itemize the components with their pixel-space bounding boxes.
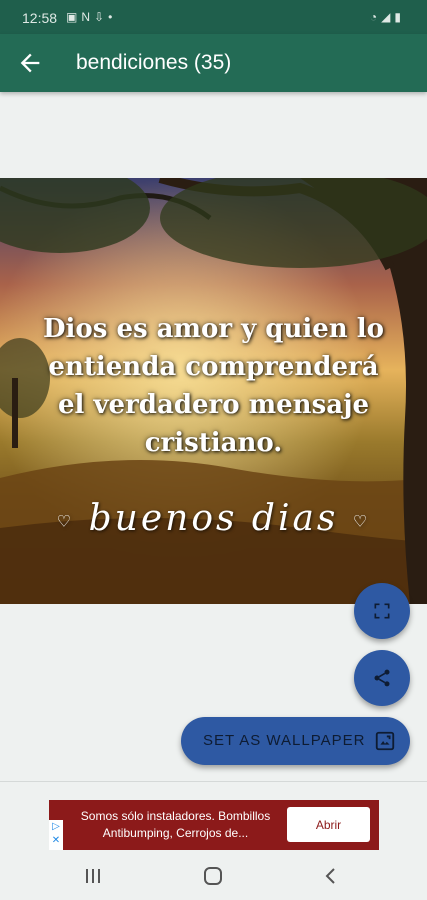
dot-icon: • — [108, 10, 117, 24]
back-icon — [325, 868, 335, 884]
download-icon: ⇩ — [94, 10, 109, 24]
quote-text: Dios es amor y quien lo entienda compren… — [10, 310, 417, 462]
navigation-bar — [0, 852, 427, 900]
heart-icon: ♡ — [56, 511, 75, 531]
divider — [0, 781, 427, 782]
heart-icon: ♡ — [352, 511, 371, 531]
status-notification-icons: ▣N⇩• — [66, 10, 116, 24]
image-icon: ▣ — [66, 10, 82, 24]
status-time: 12:58 — [22, 10, 58, 26]
quote-line: el verdadero mensaje — [57, 390, 370, 420]
ad-text: Somos sólo instaladores. Bombillos Antib… — [80, 809, 271, 840]
battery-icon: ▮ — [394, 10, 405, 24]
wallpaper-image[interactable]: Dios es amor y quien lo entienda compren… — [0, 178, 427, 604]
share-button[interactable] — [354, 650, 410, 706]
signal-icon: ◢ — [381, 10, 395, 24]
recents-icon — [86, 869, 100, 883]
fullscreen-icon — [374, 603, 390, 619]
n-icon: N — [81, 10, 95, 24]
back-button[interactable] — [16, 49, 44, 77]
ad-choices-icon[interactable]: ▷ ✕ — [49, 820, 63, 850]
home-icon — [204, 867, 222, 885]
fullscreen-button[interactable] — [354, 583, 410, 639]
set-as-wallpaper-button[interactable]: SET AS WALLPAPER — [181, 717, 410, 765]
arrow-back-icon — [20, 53, 40, 73]
wallpaper-icon — [375, 731, 395, 751]
greeting-text: ♡ buenos dias ♡ — [0, 498, 427, 539]
quote-line: cristiano. — [144, 428, 283, 458]
home-button[interactable] — [202, 865, 224, 887]
ad-open-button[interactable]: Abrir — [287, 807, 370, 842]
share-icon — [374, 669, 390, 687]
quote-line: entienda comprenderá — [48, 352, 379, 382]
status-system-icons: ◔◢▮ — [370, 10, 405, 24]
status-bar: 12:58 ▣N⇩• ◔◢▮ — [0, 0, 427, 34]
set-as-wallpaper-label: SET AS WALLPAPER — [203, 732, 366, 749]
wifi-icon: ◔ — [369, 10, 382, 24]
greeting-label: buenos dias — [88, 498, 339, 539]
quote-line: Dios es amor y quien lo — [43, 314, 384, 344]
app-bar: bendiciones (35) — [0, 34, 427, 92]
ad-banner[interactable]: ▷ ✕ Somos sólo instaladores. Bombillos An… — [49, 800, 379, 850]
page-title: bendiciones (35) — [76, 51, 232, 74]
nav-back-button[interactable] — [320, 865, 342, 887]
recents-button[interactable] — [82, 865, 104, 887]
